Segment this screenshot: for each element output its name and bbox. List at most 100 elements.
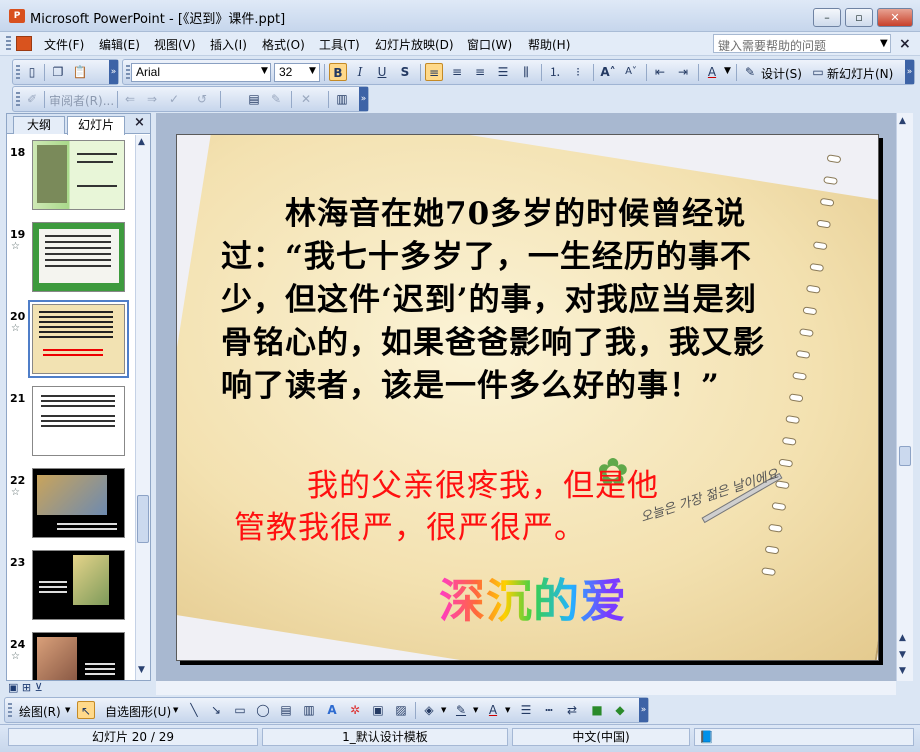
menu-tools[interactable]: 工具(T) bbox=[319, 36, 360, 53]
scrollbar-thumb[interactable] bbox=[899, 446, 911, 466]
transition-star-icon[interactable]: ☆ bbox=[11, 241, 20, 252]
diagram-icon[interactable]: ✲ bbox=[346, 701, 364, 719]
clipart-icon[interactable]: ▣ bbox=[369, 701, 387, 719]
maximize-button[interactable]: ▫ bbox=[845, 8, 873, 27]
align-right-icon[interactable]: ≡ bbox=[471, 63, 489, 81]
draw-menu-button[interactable]: 绘图(R) bbox=[19, 703, 61, 720]
toolbar-options-icon[interactable]: » bbox=[109, 60, 118, 84]
chevron-down-icon[interactable]: ▼ bbox=[309, 66, 316, 76]
slide-red-text[interactable]: 我的父亲很疼我，但是他 管教我很严，很严很严。 bbox=[234, 465, 754, 549]
chevron-down-icon[interactable]: ▼ bbox=[173, 706, 178, 714]
chevron-down-icon[interactable]: ▼ bbox=[441, 706, 446, 714]
slide-thumbnail-19[interactable] bbox=[32, 222, 125, 292]
slide-sorter-icon[interactable]: ⊞ bbox=[22, 681, 31, 694]
slide-thumbnail-22[interactable] bbox=[32, 468, 125, 538]
rectangle-icon[interactable]: ▭ bbox=[231, 701, 249, 719]
arrow-style-icon[interactable]: ⇄ bbox=[563, 701, 581, 719]
chevron-down-icon[interactable]: ▼ bbox=[473, 706, 478, 714]
panel-scrollbar[interactable]: ▲ ▼ bbox=[135, 135, 150, 680]
new-slide-button[interactable]: 新幻灯片(N) bbox=[827, 65, 893, 82]
previous-comment-icon[interactable]: ⇐ bbox=[121, 90, 139, 108]
transition-star-icon[interactable]: ☆ bbox=[11, 487, 20, 498]
picture-icon[interactable]: ▨ bbox=[392, 701, 410, 719]
slideshow-icon[interactable]: ⊻ bbox=[35, 681, 43, 694]
toolbar-grip[interactable] bbox=[16, 65, 20, 80]
slide-thumbnail-21[interactable] bbox=[32, 386, 125, 456]
insert-comment-icon[interactable]: ▤ bbox=[245, 90, 263, 108]
chevron-down-icon[interactable]: ▼ bbox=[505, 706, 510, 714]
vertical-textbox-icon[interactable]: ▥ bbox=[300, 701, 318, 719]
chevron-down-icon[interactable]: ▼ bbox=[65, 706, 70, 714]
oval-icon[interactable]: ◯ bbox=[254, 701, 272, 719]
document-icon[interactable] bbox=[16, 36, 32, 51]
edit-comment-icon[interactable]: ✎ bbox=[267, 90, 285, 108]
slide-thumbnail-23[interactable] bbox=[32, 550, 125, 620]
delete-comment-icon[interactable]: ✕ bbox=[297, 90, 315, 108]
font-color-icon[interactable]: A bbox=[484, 701, 502, 719]
slide-body-text[interactable]: 林海音在她70多岁的时候曾经说过：“我七十多岁了，一生经历的事不少，但这件‘迟到… bbox=[221, 193, 769, 408]
arrow-icon[interactable]: ↘ bbox=[207, 701, 225, 719]
minimize-button[interactable]: – bbox=[813, 8, 841, 27]
apply-change-icon[interactable]: ✓ bbox=[165, 90, 183, 108]
menu-slideshow[interactable]: 幻灯片放映(D) bbox=[375, 36, 454, 53]
shadow-button[interactable]: S bbox=[396, 63, 414, 81]
reviewer-button[interactable]: 审阅者(R)... bbox=[49, 92, 114, 109]
scrollbar-thumb[interactable] bbox=[137, 495, 149, 543]
bullets-icon[interactable]: ⁝ bbox=[569, 63, 587, 81]
justify-icon[interactable]: ☰ bbox=[494, 63, 512, 81]
align-left-icon[interactable]: ≡ bbox=[425, 63, 443, 81]
font-color-icon[interactable]: A bbox=[703, 63, 721, 81]
menu-help[interactable]: 帮助(H) bbox=[528, 36, 570, 53]
markup-icon[interactable]: ✐ bbox=[23, 90, 41, 108]
line-color-icon[interactable]: ✎ bbox=[452, 701, 470, 719]
slide-thumbnail-20[interactable] bbox=[28, 300, 129, 378]
chevron-down-icon[interactable]: ▼ bbox=[261, 66, 268, 76]
3d-style-icon[interactable]: ◆ bbox=[611, 701, 629, 719]
horizontal-scrollbar[interactable] bbox=[156, 681, 896, 695]
decrease-font-icon[interactable]: A˅ bbox=[622, 63, 640, 81]
normal-view-icon[interactable]: ▣ bbox=[8, 681, 18, 694]
scroll-down-icon[interactable]: ▼ bbox=[138, 665, 145, 675]
menu-window[interactable]: 窗口(W) bbox=[467, 36, 512, 53]
numbering-icon[interactable]: ⒈ bbox=[546, 63, 564, 81]
new-document-icon[interactable]: ▯ bbox=[23, 63, 41, 81]
chevron-down-icon[interactable]: ▼ bbox=[724, 66, 731, 76]
menu-format[interactable]: 格式(O) bbox=[262, 36, 305, 53]
new-slide-icon[interactable]: ▭ bbox=[809, 63, 827, 81]
decrease-indent-icon[interactable]: ⇤ bbox=[651, 63, 669, 81]
line-style-icon[interactable]: ☰ bbox=[517, 701, 535, 719]
autoshapes-button[interactable]: 自选图形(U) bbox=[105, 703, 171, 720]
reject-change-icon[interactable]: ↺ bbox=[193, 90, 211, 108]
textbox-icon[interactable]: ▤ bbox=[277, 701, 295, 719]
wordart-icon[interactable]: A bbox=[323, 701, 341, 719]
wordart-title[interactable]: 深沉的爱 bbox=[439, 565, 627, 631]
paste-icon[interactable]: 📋 bbox=[71, 63, 89, 81]
transition-star-icon[interactable]: ☆ bbox=[11, 323, 20, 334]
menu-edit[interactable]: 编辑(E) bbox=[99, 36, 140, 53]
vertical-text-icon[interactable]: ⫼ bbox=[517, 63, 535, 81]
line-icon[interactable]: ╲ bbox=[185, 701, 203, 719]
toolbar-options-icon[interactable]: » bbox=[359, 87, 368, 111]
align-center-icon[interactable]: ≡ bbox=[448, 63, 466, 81]
select-pointer-icon[interactable]: ↖ bbox=[77, 701, 95, 719]
help-search-input[interactable]: 键入需要帮助的问题 bbox=[713, 34, 891, 53]
slide-canvas[interactable]: ✿ 오늘은 가장 젊은 날이에요 林海音在她70多岁的时候曾经说过：“我七十多岁… bbox=[176, 134, 879, 661]
toolbar-grip[interactable] bbox=[126, 65, 130, 80]
slide-scrollbar[interactable]: ▲ ▲ ▼ ▼ bbox=[896, 113, 913, 681]
reviewing-pane-icon[interactable]: ▥ bbox=[333, 90, 351, 108]
increase-indent-icon[interactable]: ⇥ bbox=[674, 63, 692, 81]
scroll-up-icon[interactable]: ▲ bbox=[138, 137, 145, 147]
chevron-down-icon[interactable]: ▼ bbox=[880, 38, 888, 49]
next-comment-icon[interactable]: ⇒ bbox=[143, 90, 161, 108]
slide-thumbnail-24[interactable] bbox=[32, 632, 125, 680]
fill-color-icon[interactable]: ◈ bbox=[420, 701, 438, 719]
shadow-style-icon[interactable]: ■ bbox=[588, 701, 606, 719]
design-template-status[interactable]: 1_默认设计模板 bbox=[262, 728, 508, 746]
increase-font-icon[interactable]: A˄ bbox=[599, 63, 617, 81]
bold-button[interactable]: B bbox=[329, 63, 347, 81]
tab-slides[interactable]: 幻灯片 bbox=[67, 116, 125, 135]
font-name-select[interactable]: Arial bbox=[131, 63, 271, 82]
menu-file[interactable]: 文件(F) bbox=[44, 36, 84, 53]
menu-insert[interactable]: 插入(I) bbox=[210, 36, 247, 53]
dash-style-icon[interactable]: ┅ bbox=[540, 701, 558, 719]
